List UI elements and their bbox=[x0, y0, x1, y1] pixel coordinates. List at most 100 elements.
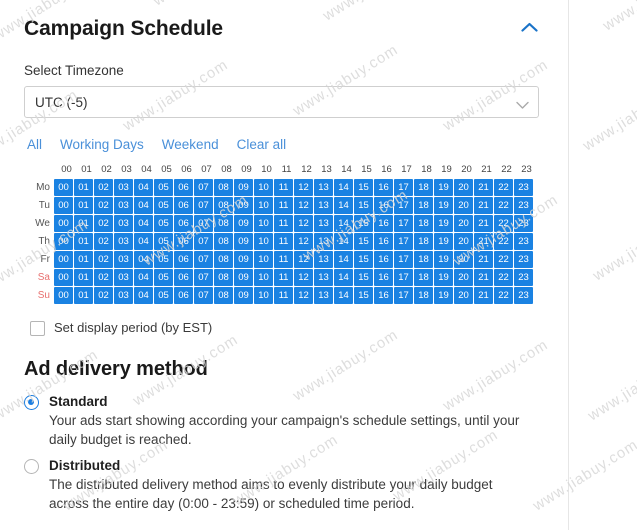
hour-cell-tu-06[interactable]: 06 bbox=[174, 197, 193, 215]
hour-cell-mo-13[interactable]: 13 bbox=[314, 179, 333, 197]
hour-cell-we-23[interactable]: 23 bbox=[514, 215, 533, 233]
hour-cell-su-08[interactable]: 08 bbox=[214, 287, 233, 305]
hour-cell-su-01[interactable]: 01 bbox=[74, 287, 93, 305]
hour-cell-sa-20[interactable]: 20 bbox=[454, 269, 473, 287]
hour-cell-th-22[interactable]: 22 bbox=[494, 233, 513, 251]
hour-cell-mo-00[interactable]: 00 bbox=[54, 179, 73, 197]
hour-cell-su-07[interactable]: 07 bbox=[194, 287, 213, 305]
hour-cell-tu-05[interactable]: 05 bbox=[154, 197, 173, 215]
hour-cell-sa-07[interactable]: 07 bbox=[194, 269, 213, 287]
hour-cell-we-08[interactable]: 08 bbox=[214, 215, 233, 233]
hour-cell-we-02[interactable]: 02 bbox=[94, 215, 113, 233]
quick-link-all[interactable]: All bbox=[27, 137, 42, 153]
display-period-label[interactable]: Set display period (by EST) bbox=[54, 320, 212, 336]
hour-cell-mo-22[interactable]: 22 bbox=[494, 179, 513, 197]
hour-cell-we-05[interactable]: 05 bbox=[154, 215, 173, 233]
hour-cell-sa-14[interactable]: 14 bbox=[334, 269, 353, 287]
hour-cell-su-23[interactable]: 23 bbox=[514, 287, 533, 305]
hour-cell-su-03[interactable]: 03 bbox=[114, 287, 133, 305]
hour-cell-su-12[interactable]: 12 bbox=[294, 287, 313, 305]
hour-cell-fr-16[interactable]: 16 bbox=[374, 251, 393, 269]
hour-cell-mo-15[interactable]: 15 bbox=[354, 179, 373, 197]
hour-cell-th-13[interactable]: 13 bbox=[314, 233, 333, 251]
hour-cell-su-21[interactable]: 21 bbox=[474, 287, 493, 305]
hour-cell-sa-00[interactable]: 00 bbox=[54, 269, 73, 287]
hour-cell-su-11[interactable]: 11 bbox=[274, 287, 293, 305]
hour-cell-we-19[interactable]: 19 bbox=[434, 215, 453, 233]
hour-cell-fr-01[interactable]: 01 bbox=[74, 251, 93, 269]
hour-cell-th-12[interactable]: 12 bbox=[294, 233, 313, 251]
hour-cell-th-01[interactable]: 01 bbox=[74, 233, 93, 251]
hour-cell-su-09[interactable]: 09 bbox=[234, 287, 253, 305]
hour-cell-fr-15[interactable]: 15 bbox=[354, 251, 373, 269]
hour-cell-tu-13[interactable]: 13 bbox=[314, 197, 333, 215]
hour-cell-th-18[interactable]: 18 bbox=[414, 233, 433, 251]
hour-cell-sa-17[interactable]: 17 bbox=[394, 269, 413, 287]
day-label-th[interactable]: Th bbox=[24, 236, 54, 248]
hour-cell-fr-12[interactable]: 12 bbox=[294, 251, 313, 269]
hour-cell-sa-08[interactable]: 08 bbox=[214, 269, 233, 287]
hour-cell-su-02[interactable]: 02 bbox=[94, 287, 113, 305]
hour-cell-th-07[interactable]: 07 bbox=[194, 233, 213, 251]
hour-cell-mo-14[interactable]: 14 bbox=[334, 179, 353, 197]
hour-cell-fr-20[interactable]: 20 bbox=[454, 251, 473, 269]
hour-cell-we-11[interactable]: 11 bbox=[274, 215, 293, 233]
hour-cell-sa-06[interactable]: 06 bbox=[174, 269, 193, 287]
hour-cell-fr-08[interactable]: 08 bbox=[214, 251, 233, 269]
hour-cell-su-20[interactable]: 20 bbox=[454, 287, 473, 305]
hour-cell-fr-02[interactable]: 02 bbox=[94, 251, 113, 269]
hour-cell-tu-03[interactable]: 03 bbox=[114, 197, 133, 215]
hour-cell-tu-08[interactable]: 08 bbox=[214, 197, 233, 215]
hour-cell-we-09[interactable]: 09 bbox=[234, 215, 253, 233]
hour-cell-mo-12[interactable]: 12 bbox=[294, 179, 313, 197]
hour-cell-mo-04[interactable]: 04 bbox=[134, 179, 153, 197]
radio-label-standard[interactable]: Standard bbox=[49, 394, 108, 410]
hour-cell-th-23[interactable]: 23 bbox=[514, 233, 533, 251]
hour-cell-th-02[interactable]: 02 bbox=[94, 233, 113, 251]
hour-cell-sa-11[interactable]: 11 bbox=[274, 269, 293, 287]
hour-cell-tu-17[interactable]: 17 bbox=[394, 197, 413, 215]
hour-cell-th-15[interactable]: 15 bbox=[354, 233, 373, 251]
hour-cell-mo-07[interactable]: 07 bbox=[194, 179, 213, 197]
hour-cell-sa-18[interactable]: 18 bbox=[414, 269, 433, 287]
hour-cell-th-20[interactable]: 20 bbox=[454, 233, 473, 251]
hour-cell-su-14[interactable]: 14 bbox=[334, 287, 353, 305]
hour-cell-tu-22[interactable]: 22 bbox=[494, 197, 513, 215]
hour-cell-sa-19[interactable]: 19 bbox=[434, 269, 453, 287]
hour-cell-su-18[interactable]: 18 bbox=[414, 287, 433, 305]
hour-cell-sa-09[interactable]: 09 bbox=[234, 269, 253, 287]
hour-cell-sa-01[interactable]: 01 bbox=[74, 269, 93, 287]
hour-cell-fr-00[interactable]: 00 bbox=[54, 251, 73, 269]
hour-cell-mo-08[interactable]: 08 bbox=[214, 179, 233, 197]
hour-cell-fr-11[interactable]: 11 bbox=[274, 251, 293, 269]
hour-cell-mo-05[interactable]: 05 bbox=[154, 179, 173, 197]
hour-cell-su-06[interactable]: 06 bbox=[174, 287, 193, 305]
hour-cell-su-16[interactable]: 16 bbox=[374, 287, 393, 305]
hour-cell-tu-07[interactable]: 07 bbox=[194, 197, 213, 215]
hour-cell-su-10[interactable]: 10 bbox=[254, 287, 273, 305]
hour-cell-sa-05[interactable]: 05 bbox=[154, 269, 173, 287]
hour-cell-su-00[interactable]: 00 bbox=[54, 287, 73, 305]
hour-cell-su-22[interactable]: 22 bbox=[494, 287, 513, 305]
hour-cell-we-10[interactable]: 10 bbox=[254, 215, 273, 233]
hour-cell-tu-02[interactable]: 02 bbox=[94, 197, 113, 215]
hour-cell-we-03[interactable]: 03 bbox=[114, 215, 133, 233]
quick-link-working-days[interactable]: Working Days bbox=[60, 137, 144, 153]
hour-cell-sa-02[interactable]: 02 bbox=[94, 269, 113, 287]
hour-cell-sa-15[interactable]: 15 bbox=[354, 269, 373, 287]
day-label-tu[interactable]: Tu bbox=[24, 200, 54, 212]
hour-cell-mo-18[interactable]: 18 bbox=[414, 179, 433, 197]
hour-cell-we-17[interactable]: 17 bbox=[394, 215, 413, 233]
hour-cell-fr-04[interactable]: 04 bbox=[134, 251, 153, 269]
hour-cell-tu-20[interactable]: 20 bbox=[454, 197, 473, 215]
hour-cell-sa-23[interactable]: 23 bbox=[514, 269, 533, 287]
delivery-option-head[interactable]: Distributed bbox=[24, 458, 544, 474]
hour-cell-th-06[interactable]: 06 bbox=[174, 233, 193, 251]
hour-cell-tu-16[interactable]: 16 bbox=[374, 197, 393, 215]
hour-cell-th-03[interactable]: 03 bbox=[114, 233, 133, 251]
hour-cell-th-00[interactable]: 00 bbox=[54, 233, 73, 251]
hour-cell-mo-20[interactable]: 20 bbox=[454, 179, 473, 197]
hour-cell-fr-21[interactable]: 21 bbox=[474, 251, 493, 269]
hour-cell-mo-06[interactable]: 06 bbox=[174, 179, 193, 197]
display-period-checkbox[interactable] bbox=[30, 320, 45, 336]
